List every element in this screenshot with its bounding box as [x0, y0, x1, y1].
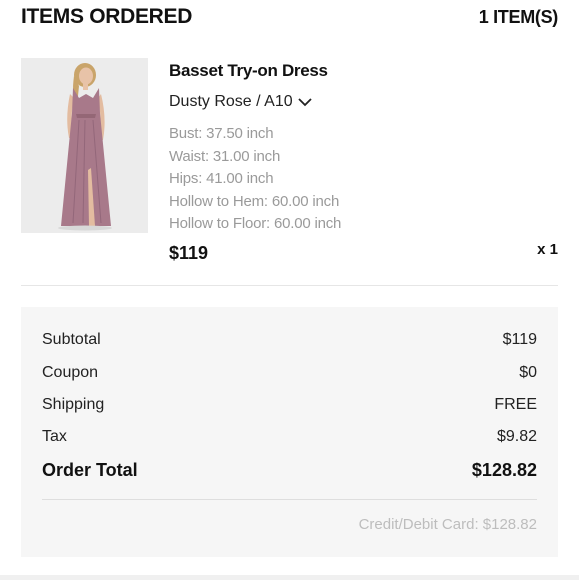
summary-row-shipping: Shipping FREE [42, 396, 537, 414]
item-price: $119 [169, 243, 209, 263]
bottom-edge [0, 575, 579, 580]
measurement-bust: Bust: 37.50 inch [169, 125, 274, 142]
order-item: Basset Try-on Dress Dusty Rose / A10 Bus… [21, 58, 558, 268]
section-divider [21, 285, 558, 286]
order-total-value: $128.82 [471, 460, 537, 480]
measurement-waist: Waist: 31.00 inch [169, 148, 281, 165]
summary-row-tax: Tax $9.82 [42, 428, 537, 446]
product-name[interactable]: Basset Try-on Dress [169, 61, 328, 81]
summary-row-subtotal: Subtotal $119 [42, 331, 537, 349]
order-total-label: Order Total [42, 460, 138, 480]
measurement-hollow-to-floor: Hollow to Floor: 60.00 inch [169, 215, 342, 232]
summary-value: $9.82 [496, 428, 537, 445]
summary-value: $0 [519, 364, 537, 381]
chevron-down-icon [297, 98, 312, 107]
payment-method: Credit/Debit Card: $128.82 [358, 516, 537, 533]
summary-divider [42, 499, 537, 500]
section-title: ITEMS ORDERED [21, 5, 193, 28]
summary-row-order-total: Order Total $128.82 [42, 460, 537, 481]
dress-illustration [21, 58, 148, 233]
summary-label: Tax [42, 428, 67, 445]
order-summary: Subtotal $119 Coupon $0 Shipping FREE Ta… [21, 307, 558, 557]
variant-selector[interactable]: Dusty Rose / A10 [169, 93, 313, 111]
dress-product-image[interactable] [21, 58, 148, 233]
summary-row-coupon: Coupon $0 [42, 364, 537, 382]
measurement-hips: Hips: 41.00 inch [169, 170, 274, 187]
summary-label: Shipping [42, 396, 105, 413]
summary-value: FREE [494, 396, 537, 413]
variant-label: Dusty Rose / A10 [169, 93, 293, 110]
item-count: 1 ITEM(S) [478, 6, 559, 27]
summary-label: Coupon [42, 364, 99, 381]
summary-label: Subtotal [42, 331, 101, 348]
item-quantity: x 1 [537, 241, 558, 258]
items-ordered-header: ITEMS ORDERED 1 ITEM(S) [21, 4, 558, 30]
summary-value: $119 [502, 331, 537, 348]
measurement-hollow-to-hem: Hollow to Hem: 60.00 inch [169, 193, 340, 210]
